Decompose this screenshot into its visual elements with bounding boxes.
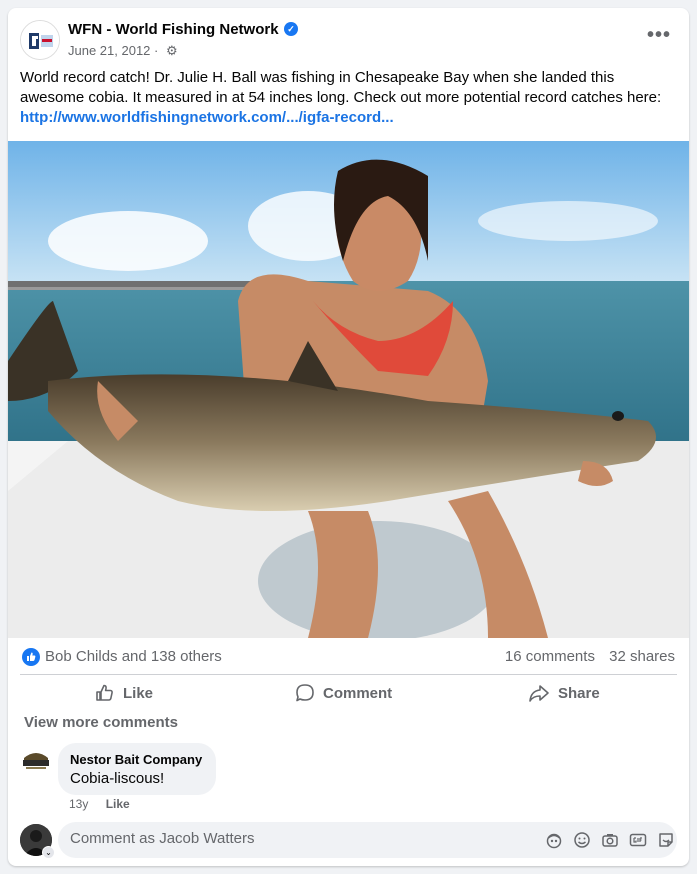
comment-age[interactable]: 13y — [69, 797, 88, 811]
post-meta: June 21, 2012 · ⚙ — [68, 43, 178, 59]
chevron-down-icon[interactable]: ⌄ — [42, 846, 55, 859]
emoji-icon[interactable] — [573, 831, 591, 849]
post-body-text: World record catch! Dr. Julie H. Ball wa… — [20, 69, 662, 106]
camera-icon[interactable] — [601, 831, 619, 849]
avatar-sticker-icon[interactable] — [545, 831, 563, 849]
like-label: Like — [123, 684, 154, 702]
comment-composer — [58, 822, 677, 858]
post-photo[interactable] — [8, 141, 689, 638]
thumbs-up-icon — [22, 648, 40, 666]
thumbs-up-icon — [96, 684, 113, 701]
view-more-comments-link[interactable]: View more comments — [24, 714, 178, 731]
comment-meta: 13y Like — [69, 797, 144, 811]
post-card: WFN - World Fishing Network ✓ June 21, 2… — [8, 8, 689, 866]
post-header: WFN - World Fishing Network ✓ June 21, 2… — [8, 8, 689, 72]
engagement-counts: 16 comments 32 shares — [495, 648, 675, 665]
share-arrow-icon — [529, 685, 549, 702]
reactors-link[interactable]: Bob Childs and 138 others — [45, 648, 222, 665]
share-label: Share — [558, 684, 600, 702]
gif-icon[interactable] — [629, 831, 647, 849]
commenter-avatar[interactable] — [20, 746, 52, 778]
post-stats: Bob Childs and 138 others 16 comments 32… — [8, 638, 689, 674]
gear-icon[interactable]: ⚙ — [166, 43, 178, 59]
page-name-link[interactable]: WFN - World Fishing Network — [68, 21, 279, 38]
post-link[interactable]: http://www.worldfishingnetwork.com/.../i… — [20, 109, 394, 126]
share-button[interactable]: Share — [528, 679, 600, 707]
comment-label: Comment — [323, 684, 393, 702]
meta-separator: · — [154, 43, 159, 58]
comment-like-link[interactable]: Like — [106, 797, 130, 811]
comments-count-link[interactable]: 16 comments — [505, 648, 595, 665]
like-button[interactable]: Like — [95, 679, 153, 707]
verified-badge-icon: ✓ — [284, 22, 298, 36]
comment-text: Cobia-liscous! — [70, 770, 165, 787]
page-avatar[interactable] — [20, 20, 60, 60]
post-date[interactable]: June 21, 2012 — [68, 43, 150, 58]
speech-bubble-icon — [296, 684, 314, 702]
more-options-icon[interactable]: ••• — [647, 24, 671, 47]
action-bar: Like Comment Share — [20, 674, 677, 710]
sticker-icon[interactable] — [657, 831, 675, 849]
comment-author-link[interactable]: Nestor Bait Company — [70, 752, 202, 767]
comment-input[interactable] — [70, 830, 470, 847]
shares-count-link[interactable]: 32 shares — [609, 648, 675, 665]
post-body: World record catch! Dr. Julie H. Ball wa… — [20, 68, 670, 128]
comment-button[interactable]: Comment — [295, 679, 392, 707]
comment-bubble: Nestor Bait Company Cobia-liscous! — [58, 743, 216, 795]
